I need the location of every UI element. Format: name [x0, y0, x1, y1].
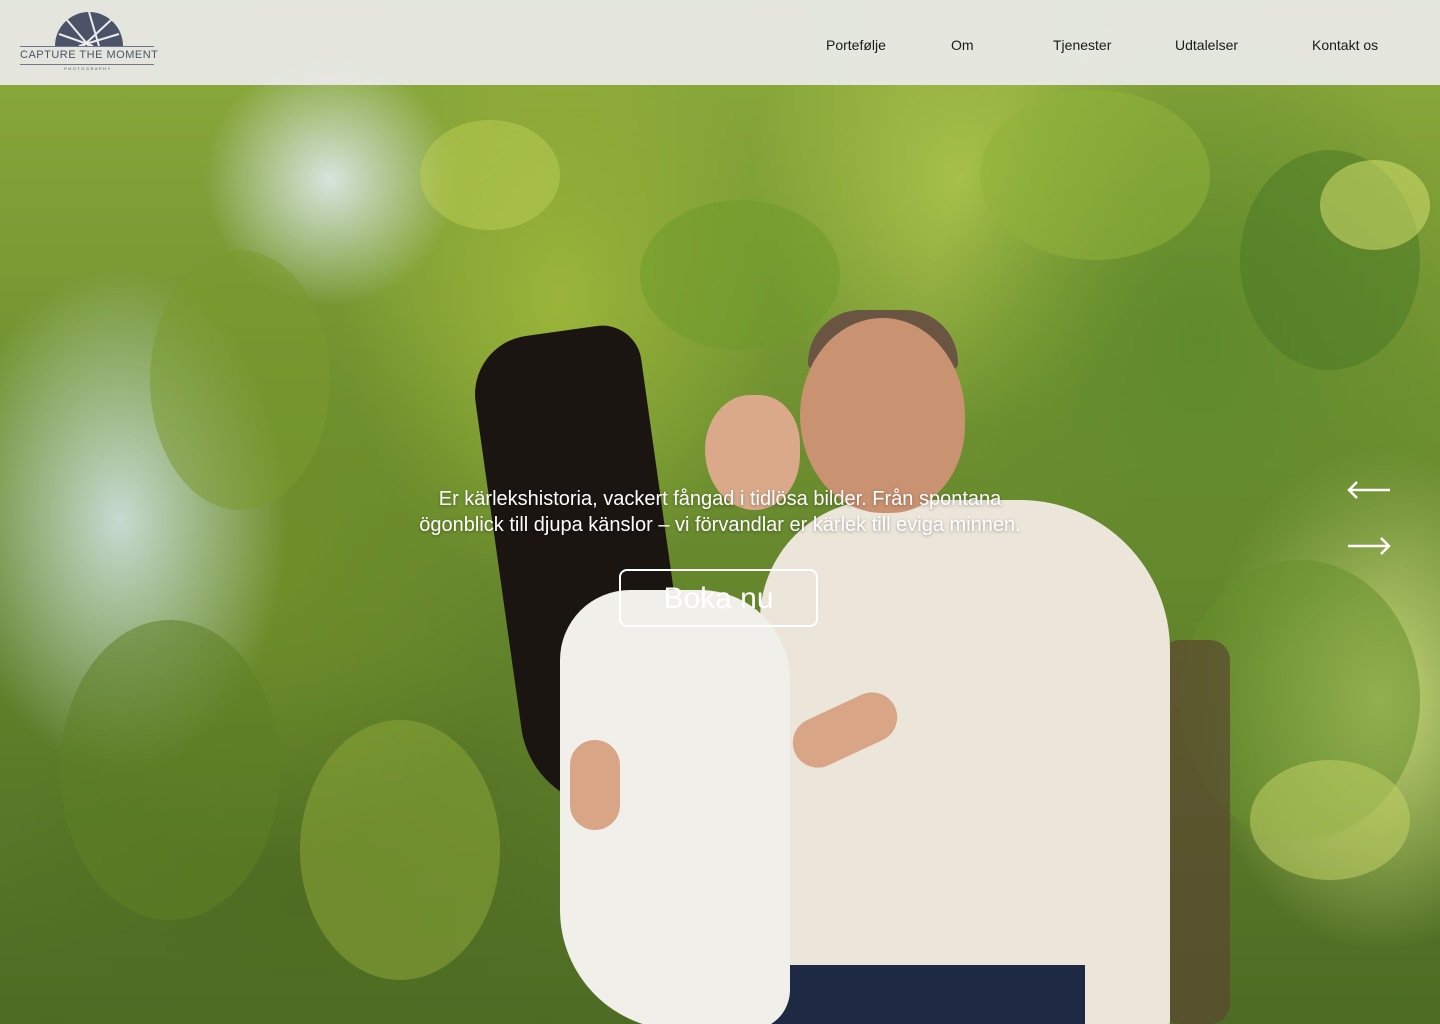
man-hand — [570, 740, 620, 830]
site-header: CAPTURE THE MOMENT PHOTOGRAPHY Portefølj… — [0, 0, 1440, 85]
camera-shutter-icon — [55, 11, 123, 46]
foliage-highlight — [1250, 760, 1410, 880]
logo-divider — [20, 64, 154, 65]
foliage-patch — [60, 620, 280, 920]
man-face — [800, 318, 965, 513]
logo-divider — [20, 46, 154, 47]
nav-link-testimonials[interactable]: Udtalelser — [1175, 36, 1238, 54]
tree-trunk — [1160, 640, 1230, 1024]
foliage-highlight — [1320, 160, 1430, 250]
site-logo[interactable]: CAPTURE THE MOMENT PHOTOGRAPHY — [20, 8, 159, 72]
nav-link-services[interactable]: Tjenester — [1053, 36, 1111, 54]
book-now-button[interactable]: Boka nu — [619, 569, 818, 627]
foliage-patch — [300, 720, 500, 980]
foliage-patch — [640, 200, 840, 350]
logo-subtitle: PHOTOGRAPHY — [64, 66, 112, 71]
logo-title: CAPTURE THE MOMENT — [20, 49, 159, 61]
hero-tagline: Er kärlekshistoria, vackert fångad i tid… — [340, 486, 1100, 538]
nav-link-portfolio[interactable]: Portefølje — [826, 36, 886, 54]
hero-tagline-line: Er kärlekshistoria, vackert fångad i tid… — [438, 488, 1002, 510]
foliage-patch — [150, 250, 330, 510]
arrow-left-icon[interactable] — [1346, 480, 1392, 500]
nav-link-about[interactable]: Om — [951, 36, 974, 54]
foliage-highlight — [420, 120, 560, 230]
man-trousers — [765, 965, 1085, 1024]
nav-link-contact[interactable]: Kontakt os — [1312, 36, 1378, 54]
hero-tagline-line: ögonblick till djupa känslor – vi förvan… — [419, 514, 1021, 536]
foliage-patch — [980, 90, 1210, 260]
arrow-right-icon[interactable] — [1346, 536, 1392, 556]
